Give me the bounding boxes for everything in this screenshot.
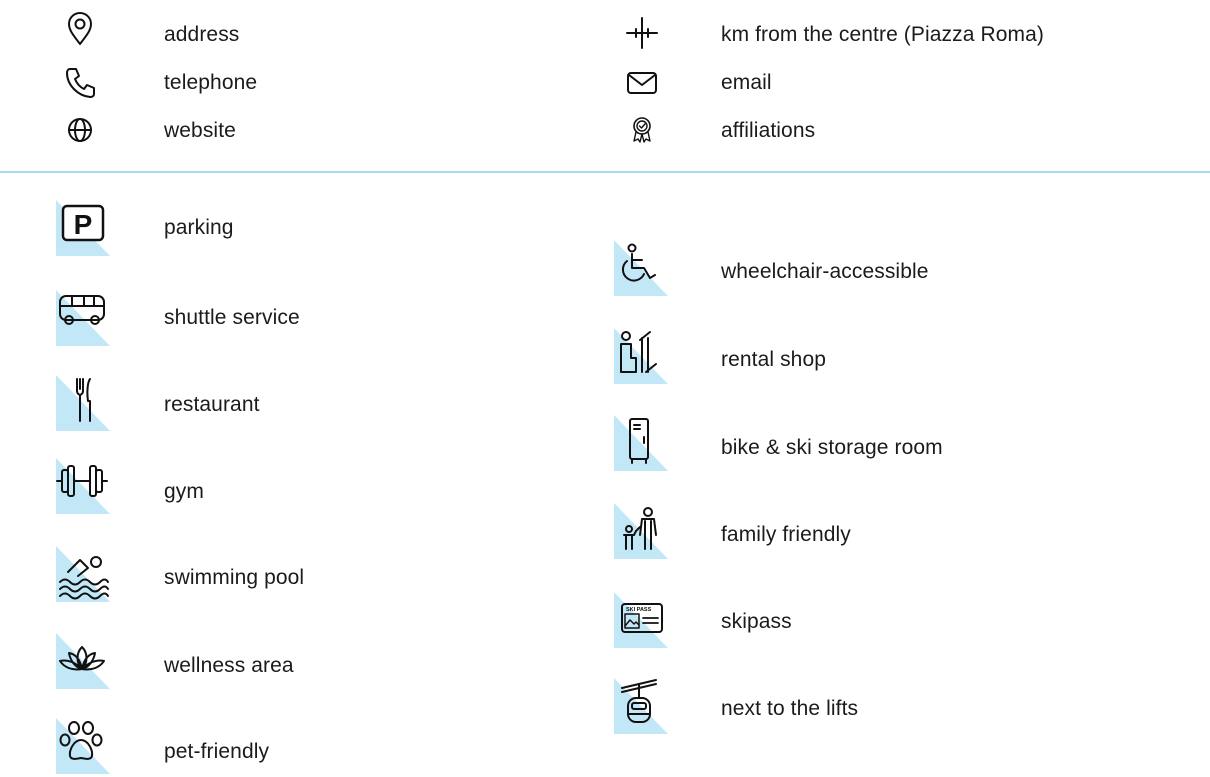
amenity-label-wheelchair: wheelchair-accessible bbox=[721, 260, 929, 283]
paw-icon bbox=[54, 718, 110, 774]
section-divider bbox=[0, 171, 1210, 173]
amenity-label-lifts: next to the lifts bbox=[721, 697, 859, 720]
parking-glyph: P bbox=[74, 209, 93, 240]
amenity-label-family-friendly: family friendly bbox=[721, 523, 851, 546]
cable-car-icon bbox=[612, 678, 668, 734]
locker-icon bbox=[612, 415, 668, 471]
amenity-label-parking: parking bbox=[164, 216, 234, 239]
parking-icon: P bbox=[54, 200, 110, 256]
family-icon bbox=[612, 503, 668, 559]
globe-icon bbox=[60, 110, 100, 150]
amenity-label-shuttle: shuttle service bbox=[164, 306, 300, 329]
amenity-label-swimming-pool: swimming pool bbox=[164, 566, 305, 589]
award-badge-icon bbox=[622, 110, 662, 150]
legend-label-km: km from the centre (Piazza Roma) bbox=[721, 23, 1044, 46]
legend-label-telephone: telephone bbox=[164, 71, 258, 94]
swimmer-icon bbox=[54, 546, 110, 602]
legend-label-email: email bbox=[721, 71, 772, 94]
amenity-label-storage-room: bike & ski storage room bbox=[721, 436, 943, 459]
crosshair-icon bbox=[622, 14, 662, 54]
fork-knife-icon bbox=[54, 375, 110, 431]
amenity-label-restaurant: restaurant bbox=[164, 393, 260, 416]
amenity-label-skipass: skipass bbox=[721, 610, 792, 633]
envelope-icon bbox=[622, 62, 662, 102]
skipass-card-icon: SKI PASS bbox=[612, 592, 668, 648]
legend-label-address: address bbox=[164, 23, 240, 46]
shuttle-bus-icon bbox=[54, 290, 110, 346]
wheelchair-icon bbox=[612, 240, 668, 296]
amenity-label-wellness: wellness area bbox=[164, 654, 294, 677]
phone-icon bbox=[60, 62, 100, 102]
amenity-label-rental-shop: rental shop bbox=[721, 348, 827, 371]
amenity-label-gym: gym bbox=[164, 480, 204, 503]
legend-label-affiliations: affiliations bbox=[721, 119, 816, 142]
skipass-card-text: SKI PASS bbox=[626, 607, 652, 613]
legend-label-website: website bbox=[164, 119, 236, 142]
dumbbell-icon bbox=[54, 458, 110, 514]
lotus-icon bbox=[54, 633, 110, 689]
ski-rental-icon bbox=[612, 328, 668, 384]
location-pin-icon bbox=[60, 10, 100, 50]
amenity-label-pet-friendly: pet-friendly bbox=[164, 740, 270, 763]
